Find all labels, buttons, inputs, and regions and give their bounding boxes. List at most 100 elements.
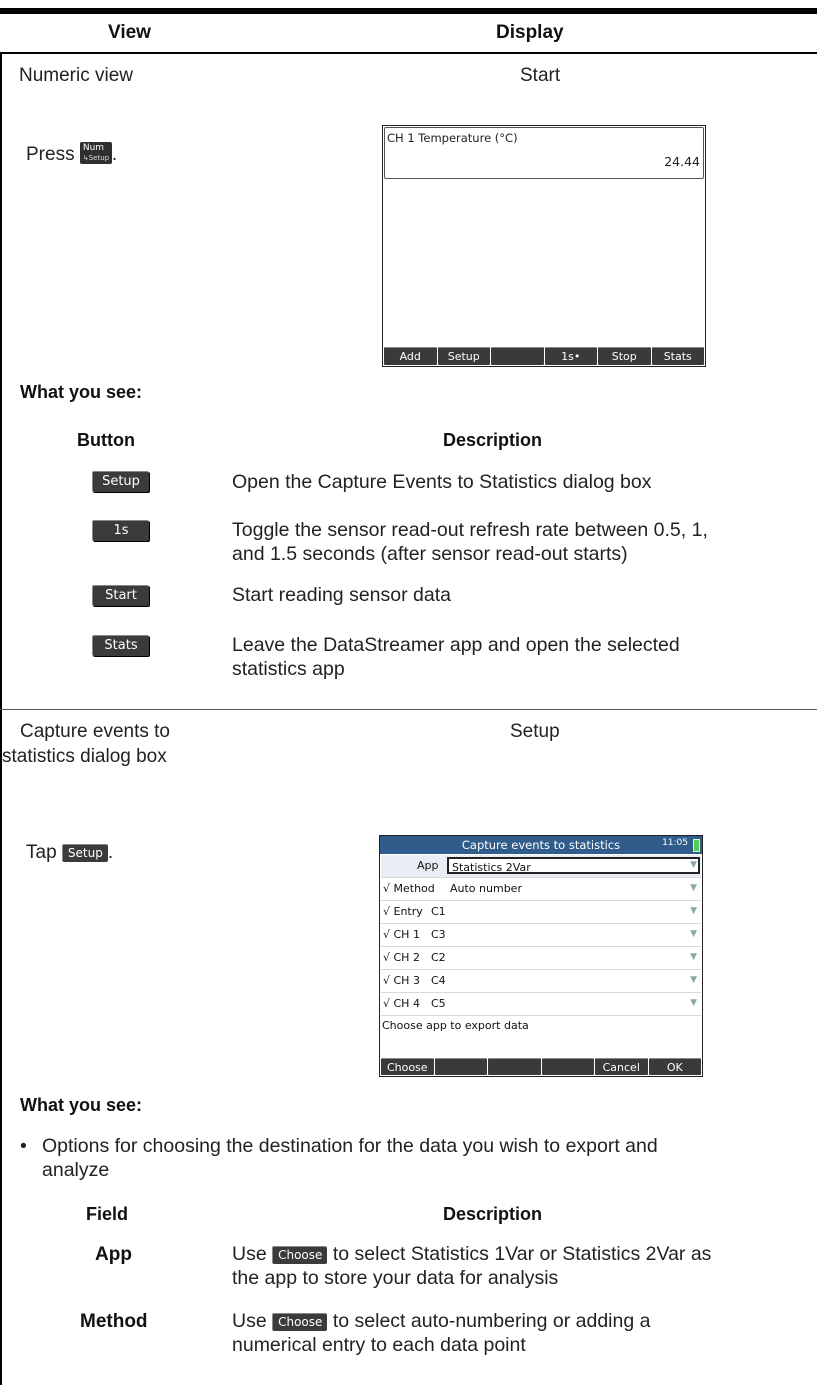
softkey-cancel[interactable]: Cancel (595, 1058, 648, 1075)
app-use-word: Use (232, 1243, 267, 1265)
dropdown-arrow-icon[interactable]: ▼ (690, 926, 697, 943)
start-description: Start reading sensor data (232, 584, 451, 606)
dropdown-arrow-icon[interactable]: ▼ (690, 880, 697, 897)
num-key-top: Num (82, 143, 105, 153)
dialog-row-ch1[interactable]: √ CH 1 C3 ▼ (381, 924, 701, 947)
dialog-row-app[interactable]: App Statistics 2Var ▼ (381, 855, 701, 878)
ch2-field[interactable]: C2 (428, 949, 700, 966)
press-period: . (111, 144, 118, 165)
softkey-blank (491, 347, 544, 365)
softkey-stop[interactable]: Stop (598, 347, 651, 365)
view-title-capture-line2: statistics dialog box (2, 746, 167, 767)
header-view: View (108, 22, 151, 43)
row-label-app: App (417, 859, 439, 872)
softkey-ok[interactable]: OK (648, 1058, 701, 1075)
display-title-setup: Setup (510, 721, 560, 742)
softkey-setup[interactable]: Setup (437, 347, 490, 365)
left-border (0, 54, 2, 1385)
dropdown-arrow-icon[interactable]: ▼ (690, 995, 697, 1012)
app-description-rest: to select Statistics 1Var or Statistics … (332, 1243, 712, 1265)
app-field[interactable]: Statistics 2Var (447, 857, 700, 874)
setup-description: Open the Capture Events to Statistics di… (232, 471, 652, 493)
bullet-line2: analyze (42, 1159, 110, 1181)
stats-description-line2: statistics app (232, 658, 345, 680)
field-app: App (95, 1244, 132, 1265)
col-header-field: Field (86, 1204, 129, 1224)
setup-inline-button[interactable]: Setup (61, 844, 108, 862)
choose-inline-button[interactable]: Choose (272, 1246, 328, 1264)
dropdown-arrow-icon[interactable]: ▼ (690, 972, 697, 989)
reading-box: CH 1 Temperature (°C) 24.44 (384, 127, 704, 179)
numeric-view-screen: CH 1 Temperature (°C) 24.44 Add Setup 1s… (382, 125, 706, 367)
method-description-line1: Use Choose to select auto-numbering or a… (232, 1309, 650, 1333)
tap-label: Tap (26, 842, 57, 863)
row-label-ch2: √ CH 2 (383, 951, 420, 964)
num-key-icon[interactable]: Num ↳Setup (79, 142, 112, 164)
dialog-title-bar: Capture events to statistics 11:05 (380, 836, 702, 854)
choose-inline-button[interactable]: Choose (272, 1313, 328, 1331)
view-title-numeric: Numeric view (19, 65, 134, 86)
softkey-blank-2 (488, 1058, 541, 1075)
entry-field[interactable]: C1 (428, 903, 700, 920)
dialog-row-ch3[interactable]: √ CH 3 C4 ▼ (381, 970, 701, 993)
dropdown-arrow-icon[interactable]: ▼ (690, 903, 697, 920)
press-label: Press (26, 144, 75, 165)
display-title-start: Start (520, 65, 561, 86)
dropdown-arrow-icon[interactable]: ▼ (690, 857, 697, 874)
ch4-field[interactable]: C5 (428, 995, 700, 1012)
battery-icon (693, 839, 700, 852)
setup-button[interactable]: Setup (92, 471, 149, 492)
what-you-see-2: What you see: (20, 1095, 143, 1115)
start-button[interactable]: Start (92, 585, 149, 606)
app-description-line1: Use Choose to select Statistics 1Var or … (232, 1242, 711, 1266)
ch1-field[interactable]: C3 (428, 926, 700, 943)
softkey-rate[interactable]: 1s• (544, 347, 597, 365)
softkey-bar: Add Setup 1s• Stop Stats (384, 347, 704, 365)
header-display: Display (496, 22, 564, 43)
col-header-button: Button (77, 430, 135, 450)
refresh-rate-button[interactable]: 1s (92, 520, 149, 541)
refresh-description-line1: Toggle the sensor read-out refresh rate … (232, 519, 708, 541)
method-description-rest: to select auto-numbering or adding a (332, 1310, 651, 1332)
top-rule (0, 8, 817, 14)
dialog-row-entry[interactable]: √ Entry C1 ▼ (381, 901, 701, 924)
row-label-entry: √ Entry (383, 905, 423, 918)
clock-time: 11:05 (662, 838, 688, 848)
col-header-description-2: Description (443, 1204, 543, 1224)
sensor-reading: 24.44 (664, 154, 700, 169)
stats-description-line1: Leave the DataStreamer app and open the … (232, 634, 680, 656)
bullet-icon: • (20, 1135, 27, 1157)
method-use-word: Use (232, 1310, 267, 1332)
dialog-row-ch2[interactable]: √ CH 2 C2 ▼ (381, 947, 701, 970)
softkey-add[interactable]: Add (384, 347, 437, 365)
view-title-capture-line1: Capture events to (20, 721, 170, 742)
method-field[interactable]: Auto number (447, 880, 700, 897)
dialog-help-text: Choose app to export data (382, 1019, 529, 1032)
channel-label: CH 1 Temperature (°C) (387, 131, 518, 145)
num-key-bottom: ↳Setup (82, 154, 110, 162)
refresh-description-line2: and 1.5 seconds (after sensor read-out s… (232, 543, 628, 565)
softkey-stats[interactable]: Stats (651, 347, 704, 365)
method-description-line2: numerical entry to each data point (232, 1334, 526, 1356)
section-divider (0, 709, 817, 710)
softkey-blank-1 (434, 1058, 487, 1075)
capture-dialog-screen: Capture events to statistics 11:05 App S… (379, 835, 703, 1077)
row-label-ch1: √ CH 1 (383, 928, 420, 941)
softkey-choose[interactable]: Choose (381, 1058, 434, 1075)
dialog-title: Capture events to statistics (461, 838, 621, 852)
col-header-description-1: Description (443, 430, 543, 450)
dialog-softkey-bar: Choose Cancel OK (381, 1058, 701, 1075)
stats-button[interactable]: Stats (92, 635, 149, 656)
ch3-field[interactable]: C4 (428, 972, 700, 989)
what-you-see-1: What you see: (20, 382, 143, 402)
tap-instruction: Tap Setup. (26, 842, 113, 864)
press-instruction: Press Num ↳Setup . (26, 142, 117, 166)
row-label-ch4: √ CH 4 (383, 997, 420, 1010)
dropdown-arrow-icon[interactable]: ▼ (690, 949, 697, 966)
bullet-item: • Options for choosing the destination fo… (20, 1134, 658, 1158)
dialog-row-ch4[interactable]: √ CH 4 C5 ▼ (381, 993, 701, 1016)
header-rule (0, 52, 817, 54)
bullet-line1: Options for choosing the destination for… (42, 1135, 658, 1157)
row-label-ch3: √ CH 3 (383, 974, 420, 987)
dialog-row-method[interactable]: √ Method Auto number ▼ (381, 878, 701, 901)
